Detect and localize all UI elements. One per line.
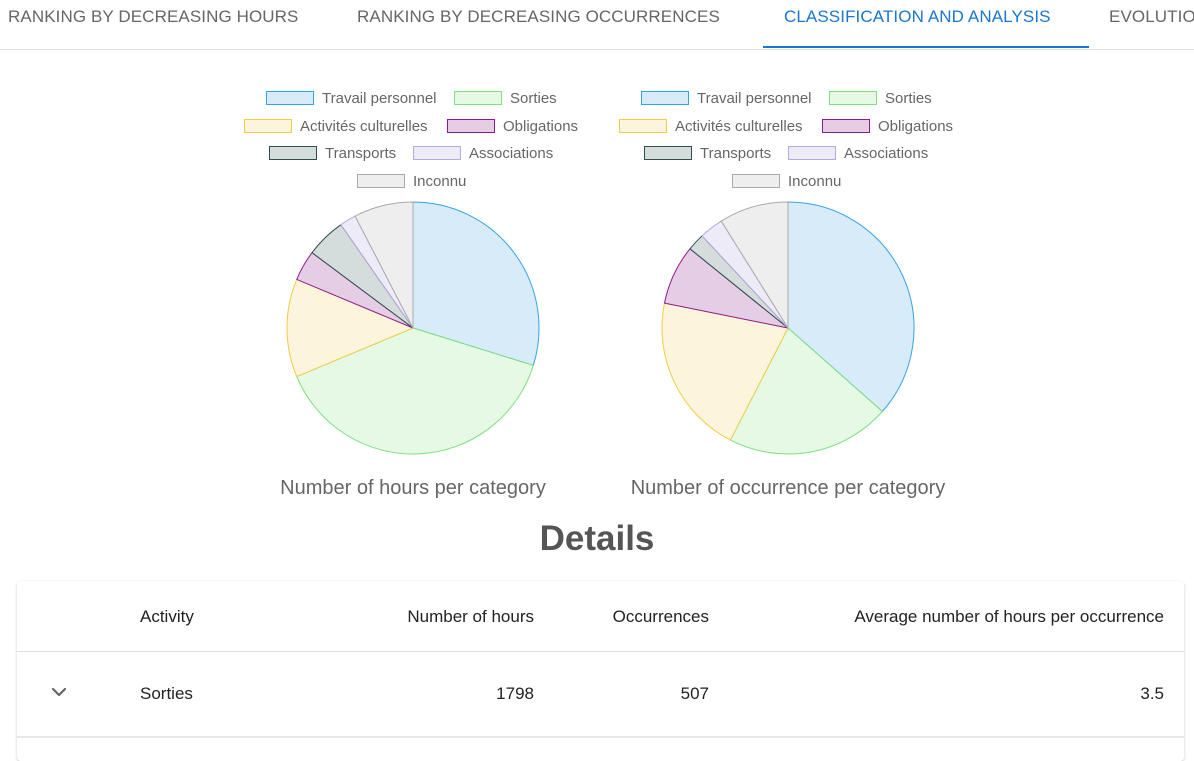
cell-average: 3.5 bbox=[1140, 684, 1164, 703]
chevron-down-icon[interactable] bbox=[49, 682, 69, 702]
details-table: Activity Number of hours Occurrences Ave… bbox=[17, 581, 1184, 761]
cell-occurrences: 507 bbox=[680, 684, 709, 703]
details-heading: Details bbox=[539, 519, 655, 558]
column-header-hours[interactable]: Number of hours bbox=[407, 607, 534, 627]
column-header-activity[interactable]: Activity bbox=[140, 607, 194, 627]
column-header-average[interactable]: Average number of hours per occurrence bbox=[854, 607, 1164, 627]
header-divider bbox=[17, 651, 1184, 652]
chart-title-hours: Number of hours per category bbox=[280, 477, 546, 499]
row-divider bbox=[17, 736, 1184, 738]
cell-hours: 1798 bbox=[496, 684, 534, 703]
cell-activity: Sorties bbox=[140, 684, 193, 703]
column-header-occurrences[interactable]: Occurrences bbox=[613, 607, 709, 627]
chart-title-occurrences: Number of occurrence per category bbox=[630, 477, 946, 499]
